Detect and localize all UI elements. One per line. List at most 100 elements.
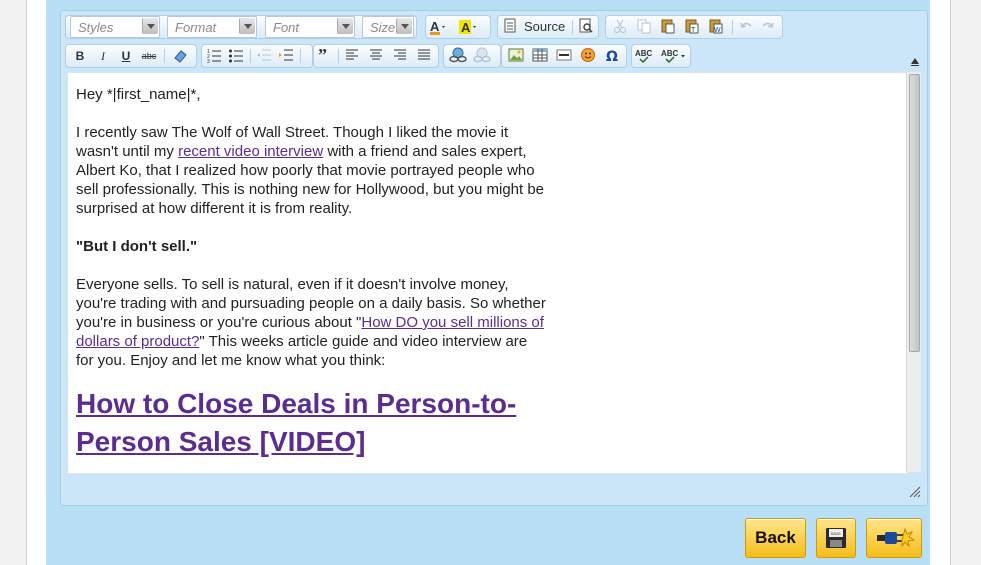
toolbar-separator [164,49,165,63]
floppy-disk-icon: SAVE [826,528,846,548]
toolbar-separator [300,49,301,63]
back-button-label: Back [755,528,796,547]
indent-icon [279,49,293,61]
strike-button[interactable]: abc [139,47,159,65]
undo-icon [740,22,752,28]
underline-button[interactable]: U [116,47,136,65]
toolbar-separator [250,49,251,63]
spellcheck-button[interactable]: ABC [634,47,658,65]
image-button[interactable] [506,47,526,65]
font-dropdown-label: Font [273,20,300,35]
outdent-button[interactable] [254,47,274,65]
copy-icon [637,19,651,34]
paste-text-button[interactable]: T [682,18,702,36]
numbered-list-button[interactable]: 123 [204,47,224,65]
svg-text:ABC: ABC [661,49,679,58]
redo-icon [762,22,774,28]
unlink-icon [473,47,491,63]
save-button[interactable]: SAVE [816,518,856,558]
horizontal-rule-icon [556,49,572,61]
highlight-color-icon: A [459,20,476,35]
spell-as-you-type-button[interactable]: ABC [660,47,688,65]
align-left-icon [346,49,358,60]
special-char-button[interactable]: Ω [602,47,622,65]
greeting-line: Hey *|first_name|*, [76,86,201,103]
editor-content[interactable]: Hey *|first_name|*, I recently saw The W… [67,72,908,474]
justify-button[interactable] [414,47,434,65]
color-group: A A [425,15,491,39]
paste-word-button[interactable]: W [706,18,726,36]
horizontal-rule-button[interactable] [554,47,574,65]
toolbar-combo-group: Styles Format Font Size [65,15,417,39]
page-right-margin [930,0,950,565]
italic-button[interactable]: I [93,47,113,65]
smiley-button[interactable] [578,47,598,65]
eraser-icon [174,50,187,63]
format-dropdown[interactable]: Format [167,16,257,38]
quote-line: "But I don't sell." [76,238,198,255]
align-right-button[interactable] [390,47,410,65]
blockquote-button[interactable]: ” [314,45,334,65]
size-dropdown[interactable]: Size [362,16,414,38]
svg-text:T: T [691,27,696,34]
indent-button[interactable] [276,47,296,65]
link-icon [449,47,467,63]
basic-style-group: B I U abc [65,44,197,68]
justify-icon [418,49,430,60]
bulleted-list-button[interactable] [226,47,246,65]
align-left-button[interactable] [342,47,362,65]
document-icon [504,18,516,33]
article-heading-link[interactable]: How to Close Deals in Person-to-Person S… [76,385,531,461]
svg-text:SAVE: SAVE [831,531,842,536]
resize-grip-icon [909,486,921,498]
preview-button[interactable] [576,18,596,36]
remove-format-button[interactable] [170,47,190,65]
back-button[interactable]: Back [745,518,806,558]
redo-button[interactable] [758,18,778,36]
scissors-icon [614,19,626,33]
vertical-scrollbar[interactable] [906,72,921,472]
background-color-button[interactable]: A [458,18,478,36]
align-right-icon [394,49,406,60]
link-button[interactable] [448,47,468,65]
scrollbar-thumb[interactable] [909,74,920,352]
chevron-down-icon[interactable] [396,18,412,34]
source-group: Source [497,15,599,39]
chevron-down-icon[interactable] [239,18,255,34]
source-button-icon[interactable] [500,18,520,36]
bulleted-list-icon [229,49,243,63]
page-left-gutter [0,0,27,565]
unlink-button[interactable] [472,47,492,65]
block-group: ” [313,44,439,68]
spell-as-you-type-icon: ABC [661,49,685,64]
font-dropdown[interactable]: Font [265,16,355,38]
paste-word-icon: W [709,19,723,34]
source-button-label[interactable]: Source [524,19,565,34]
bold-button[interactable]: B [70,47,90,65]
clipboard-group: T W [605,15,783,39]
svg-text:W: W [714,27,721,34]
second-paragraph: Everyone sells. To sell is natural, even… [76,275,546,370]
chevron-down-icon[interactable] [337,18,353,34]
text-color-button[interactable]: A [428,18,448,36]
scroll-up-arrow[interactable] [910,56,920,66]
styles-dropdown[interactable]: Styles [70,16,160,38]
svg-text:Ω: Ω [606,49,618,63]
outdent-icon [257,49,271,61]
preview-icon [579,18,593,33]
cut-button[interactable] [610,18,630,36]
table-button[interactable] [530,47,550,65]
smiley-icon [581,48,595,62]
chevron-down-icon[interactable] [142,18,158,34]
svg-text:ABC: ABC [635,49,653,58]
align-center-button[interactable] [366,47,386,65]
plug-icon [877,527,916,548]
send-test-button[interactable] [866,518,922,558]
paste-button[interactable] [658,18,678,36]
resize-handle[interactable] [906,483,922,499]
recent-video-interview-link[interactable]: recent video interview [178,143,323,160]
copy-button[interactable] [634,18,654,36]
link-group [443,44,501,68]
undo-button[interactable] [736,18,756,36]
